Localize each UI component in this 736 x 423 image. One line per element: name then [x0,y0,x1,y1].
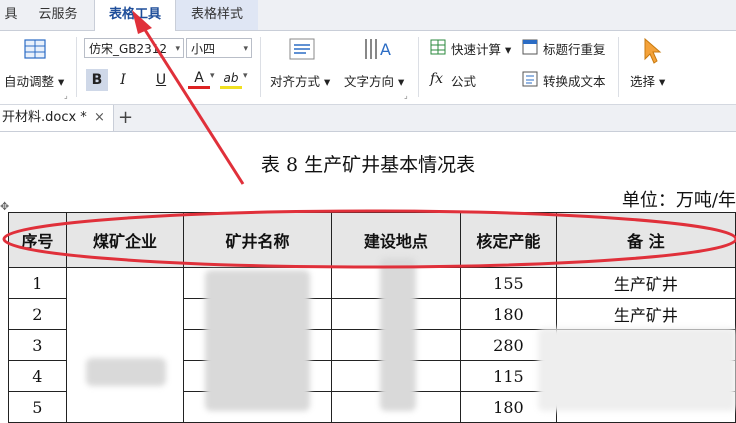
annotation-ellipse [2,209,736,269]
annotation-arrowhead-icon [132,10,152,34]
annotation-arrow-icon [138,21,245,185]
annotation-overlay [2,10,736,269]
